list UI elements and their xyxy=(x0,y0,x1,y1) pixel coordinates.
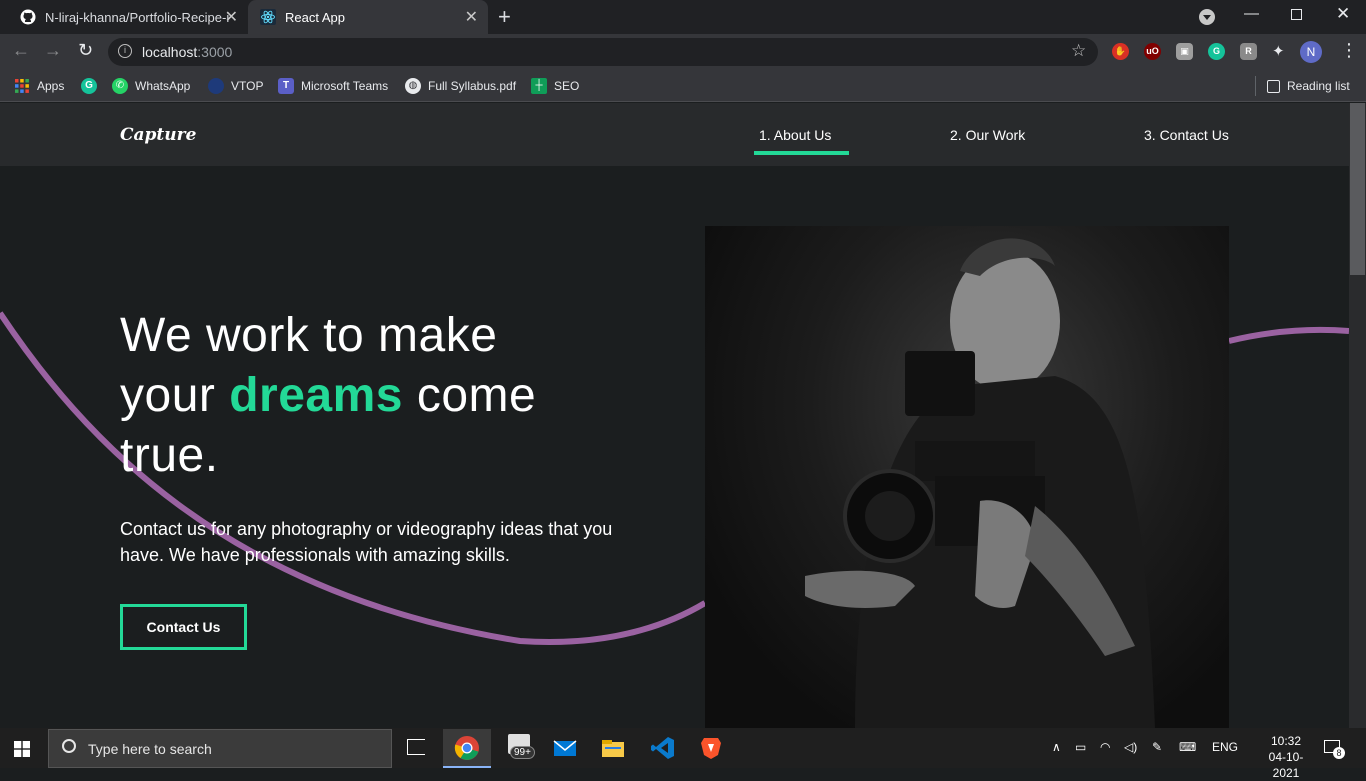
site-logo[interactable]: Capture xyxy=(120,125,196,145)
forward-icon[interactable]: → xyxy=(44,40,62,61)
hero-title-line2-pre: your xyxy=(120,369,216,422)
clock[interactable]: 10:32 04-10-2021 xyxy=(1256,733,1316,781)
bookmark-apps[interactable]: Apps xyxy=(14,76,64,96)
close-tab-icon[interactable]: ✕ xyxy=(225,7,238,27)
url-host: localhost xyxy=(142,44,198,60)
contact-us-button[interactable]: Contact Us xyxy=(120,604,247,650)
pen-icon[interactable]: ✎ xyxy=(1152,740,1162,754)
bookmark-microsoft-teams[interactable]: T Microsoft Teams xyxy=(278,76,388,96)
globe-icon: ◍ xyxy=(405,78,421,94)
extensions-puzzle-icon[interactable]: ✦ xyxy=(1272,42,1285,60)
whatsapp-icon: ✆ xyxy=(112,78,128,94)
close-window-icon[interactable]: ✕ xyxy=(1336,4,1350,24)
reading-list-label: Reading list xyxy=(1287,79,1350,93)
grammarly-icon: G xyxy=(81,78,97,94)
hero-title-highlight: dreams xyxy=(229,369,403,422)
notification-count: 8 xyxy=(1333,747,1345,759)
hero-title-line1: We work to make xyxy=(120,309,498,362)
github-icon xyxy=(20,9,36,25)
tab-title: N-liraj-khanna/Portfolio-Recipe-i xyxy=(45,9,230,25)
url-text[interactable]: localhost:3000 xyxy=(142,44,232,60)
extension-icon[interactable]: ▣ xyxy=(1176,43,1193,60)
bookmark-label: Apps xyxy=(37,79,65,93)
nav-our-work[interactable]: 2. Our Work xyxy=(950,127,1025,143)
tab-search-icon[interactable] xyxy=(1199,9,1215,25)
bookmark-full-syllabus[interactable]: ◍ Full Syllabus.pdf xyxy=(405,76,516,96)
clock-date: 04-10-2021 xyxy=(1268,750,1304,780)
tab-title: React App xyxy=(285,9,345,25)
website-viewport: Capture 1. About Us 2. Our Work 3. Conta… xyxy=(0,103,1349,728)
volume-icon[interactable]: ◁) xyxy=(1124,740,1137,754)
grammarly-extension-icon[interactable]: G xyxy=(1208,43,1225,60)
file-explorer-icon[interactable] xyxy=(600,735,626,761)
close-tab-icon[interactable]: ✕ xyxy=(465,7,478,27)
nav-about-us[interactable]: 1. About Us xyxy=(759,127,831,143)
tray-chevron-up-icon[interactable]: ∧ xyxy=(1052,740,1061,754)
sheets-icon: ┼ xyxy=(531,78,547,94)
hero-title: We work to make your dreams come true. xyxy=(120,306,640,486)
bookmark-whatsapp[interactable]: ✆ WhatsApp xyxy=(112,76,190,96)
keyboard-icon[interactable]: ⌨ xyxy=(1179,740,1196,754)
adblock-extension-icon[interactable]: ✋ xyxy=(1112,43,1129,60)
task-view-icon[interactable] xyxy=(407,739,425,755)
chrome-icon[interactable] xyxy=(454,735,480,761)
bookmark-grammarly[interactable]: G xyxy=(81,76,104,96)
hero-description: Contact us for any photography or videog… xyxy=(120,519,613,565)
tab-react-app[interactable]: React App ✕ xyxy=(248,0,488,34)
hero-title-line2-post: come xyxy=(416,369,537,422)
notification-center-icon[interactable]: 8 xyxy=(1324,738,1345,759)
taskbar-badge: 99+ xyxy=(510,746,535,759)
reading-list-icon xyxy=(1267,79,1280,93)
bookmark-seo[interactable]: ┼ SEO xyxy=(531,76,579,96)
bookmark-label: WhatsApp xyxy=(135,79,191,93)
bookmarks-divider xyxy=(1255,76,1256,96)
reload-icon[interactable]: ↻ xyxy=(78,40,93,61)
page-scrollbar-thumb[interactable] xyxy=(1350,103,1365,275)
active-nav-indicator xyxy=(754,151,849,155)
bookmark-label: VTOP xyxy=(231,79,264,93)
teams-icon: T xyxy=(278,78,294,94)
battery-icon[interactable]: ▭ xyxy=(1075,740,1086,754)
brave-icon[interactable] xyxy=(698,735,724,761)
bookmark-star-icon[interactable]: ☆ xyxy=(1071,41,1086,61)
apps-grid-icon xyxy=(15,79,29,93)
wifi-icon[interactable]: ◠ xyxy=(1100,740,1110,754)
vscode-icon[interactable] xyxy=(650,735,676,761)
bookmark-label: Microsoft Teams xyxy=(301,79,389,93)
tab-github[interactable]: N-liraj-khanna/Portfolio-Recipe-i ✕ xyxy=(8,0,248,34)
site-info-icon[interactable]: i xyxy=(118,44,132,58)
taskbar-search-placeholder[interactable]: Type here to search xyxy=(88,741,212,757)
cameraman-silhouette xyxy=(805,238,1155,728)
bookmark-label: Full Syllabus.pdf xyxy=(428,79,517,93)
nav-contact-us[interactable]: 3. Contact Us xyxy=(1144,127,1229,143)
reading-list-button[interactable]: Reading list xyxy=(1267,76,1350,96)
menu-kebab-icon[interactable]: ⋮ xyxy=(1340,40,1358,61)
search-icon xyxy=(62,739,76,753)
bookmark-label: SEO xyxy=(554,79,580,93)
minimize-icon[interactable]: — xyxy=(1244,5,1259,22)
restore-icon[interactable] xyxy=(1291,9,1302,20)
new-tab-button[interactable]: + xyxy=(498,4,511,30)
profile-avatar[interactable]: N xyxy=(1300,41,1322,63)
mail-icon[interactable] xyxy=(552,735,578,761)
bookmark-vtop[interactable]: VTOP xyxy=(208,76,263,96)
vtop-icon xyxy=(208,78,224,94)
address-bar[interactable] xyxy=(108,38,1098,66)
hero-photo-cameraman xyxy=(705,226,1229,728)
bookmarks-bar xyxy=(0,70,1366,102)
hero-title-line3: true. xyxy=(120,429,219,482)
extension-r-icon[interactable]: R xyxy=(1240,43,1257,60)
windows-start-icon[interactable] xyxy=(14,741,30,757)
url-port: :3000 xyxy=(197,44,233,60)
react-icon xyxy=(260,9,276,25)
wave-curve-right xyxy=(1228,326,1349,344)
language-indicator[interactable]: ENG xyxy=(1212,740,1238,754)
back-icon[interactable]: ← xyxy=(12,40,30,61)
ublock-extension-icon[interactable]: uO xyxy=(1144,43,1161,60)
clock-time: 10:32 xyxy=(1270,734,1302,748)
